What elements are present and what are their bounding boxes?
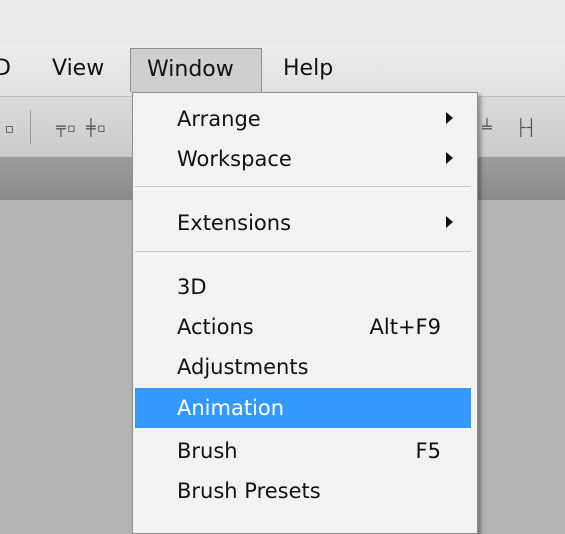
menu-option-label: Adjustments [177,355,309,379]
title-strip [0,0,565,46]
menu-option-workspace[interactable]: Workspace [135,139,471,179]
menu-item-window[interactable]: Window [130,48,262,92]
menu-option-label: Brush Presets [177,479,321,503]
menu-item-view[interactable]: View [52,48,114,92]
menu-option-label: 3D [177,275,207,299]
menu-option-label: Brush [177,439,238,463]
shortcut-label: F5 [415,439,441,463]
menu-option-3d[interactable]: 3D [135,267,471,307]
menu-option-label: Extensions [177,211,292,235]
align-bottom-icon[interactable]: ╧ [482,118,493,137]
window-menu-dropdown: Arrange Workspace Extensions 3D Actions … [132,92,478,534]
menu-item-3d-cut[interactable]: D [0,48,16,92]
align-vertical-center-icon[interactable]: ╪▫ [86,118,107,137]
menu-option-label: Animation [177,396,285,420]
menu-option-extensions[interactable]: Extensions [135,203,471,243]
menu-option-label: Workspace [177,147,292,171]
menu-option-label: Actions [177,315,254,339]
menu-separator [135,186,471,190]
menu-option-actions[interactable]: Actions Alt+F9 [135,307,471,347]
align-top-icon[interactable]: ╤▫ [56,118,77,137]
menu-option-arrange[interactable]: Arrange [135,99,471,139]
menu-option-brush[interactable]: Brush F5 [135,431,471,471]
menu-item-help[interactable]: Help [283,48,353,92]
menu-option-brush-presets[interactable]: Brush Presets [135,471,471,511]
distribute-icon[interactable]: ├┤ [516,118,537,137]
menu-separator [135,251,471,255]
toolbar-separator [30,110,31,144]
toolbar-tool-icon[interactable]: ▫ [4,118,15,139]
shortcut-label: Alt+F9 [369,315,441,339]
submenu-arrow-icon [446,216,453,228]
menu-option-animation[interactable]: Animation [135,388,471,428]
menu-option-label: Arrange [177,107,261,131]
submenu-arrow-icon [446,112,453,124]
menu-option-adjustments[interactable]: Adjustments [135,347,471,387]
submenu-arrow-icon [446,152,453,164]
